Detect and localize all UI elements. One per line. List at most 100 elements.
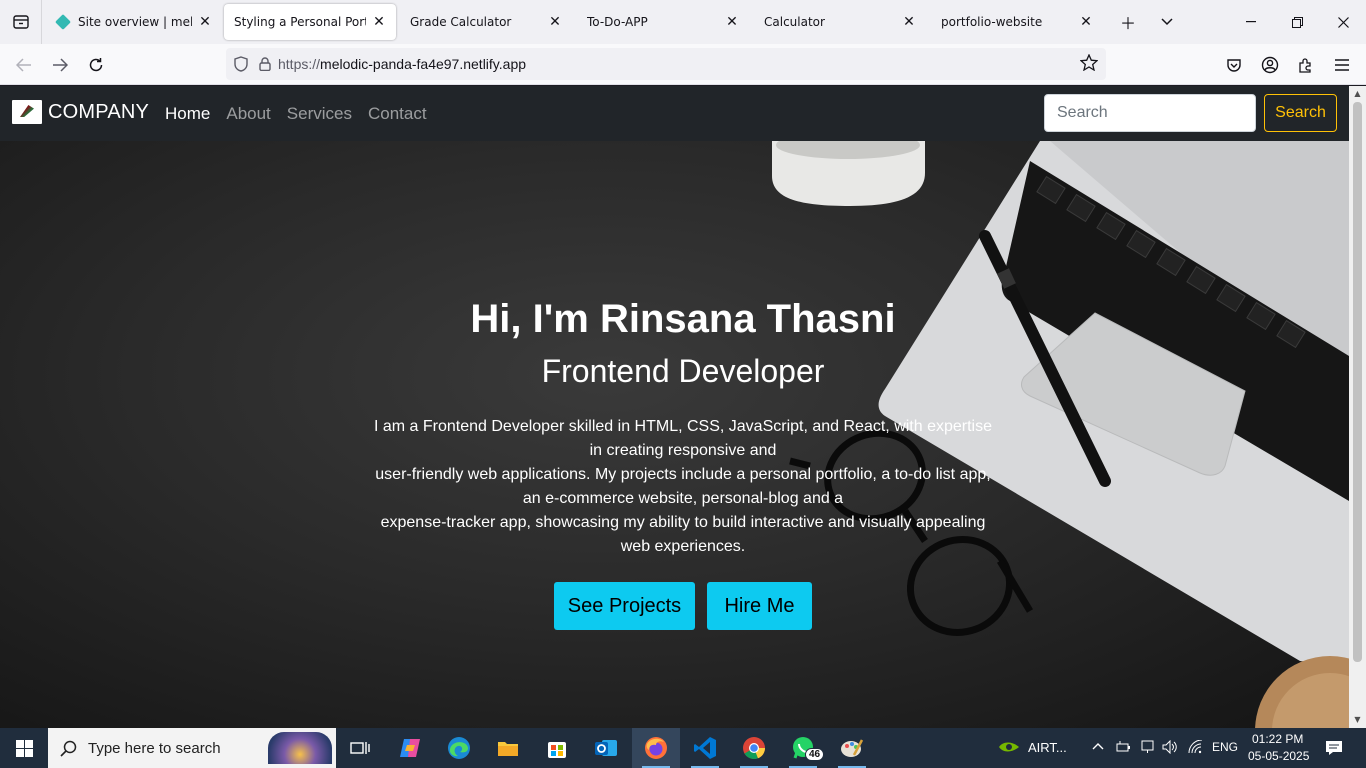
close-icon[interactable]: ✕ [198,14,212,30]
restore-button[interactable] [1274,0,1320,44]
tab-title: Styling a Personal Portfolio [234,15,366,29]
tab-title: Calculator [764,15,825,29]
scrollbar-thumb[interactable] [1353,102,1362,662]
taskbar-paint[interactable] [828,728,876,768]
close-icon[interactable]: ✕ [1079,14,1093,30]
hero-description-line: user-friendly web applications. My proje… [375,466,991,507]
close-icon [1337,16,1349,28]
list-all-tabs-button[interactable] [1151,6,1183,38]
battery-icon[interactable] [1116,740,1132,758]
paint-palette-icon [841,739,864,757]
close-icon[interactable]: ✕ [725,14,739,30]
nav-link-about[interactable]: About [218,104,278,124]
scroll-down-arrow-icon[interactable]: ▼ [1349,712,1366,726]
minimize-button[interactable] [1228,0,1274,44]
close-window-button[interactable] [1320,0,1366,44]
close-icon[interactable]: ✕ [548,14,562,30]
minimize-icon [1246,21,1256,23]
hero-description-line: I am a Frontend Developer skilled in HTM… [373,418,993,459]
back-button[interactable] [9,50,39,80]
taskbar-outlook[interactable] [582,728,630,768]
lock-icon[interactable] [256,57,274,71]
tab-calculator[interactable]: Calculator ✕ [754,4,926,40]
taskbar-search-box[interactable]: Type here to search [48,728,336,768]
taskbar-whatsapp[interactable]: 46 [779,728,827,768]
nav-link-contact[interactable]: Contact [360,104,435,124]
notification-badge: 46 [805,748,825,761]
copilot-icon [400,739,420,757]
nav-link-home[interactable]: Home [157,104,218,124]
tab-title: To-Do-APP [587,15,648,29]
site-search-button[interactable]: Search [1264,94,1337,132]
hero-section: Hi, I'm Rinsana Thasni Frontend Develope… [0,141,1349,728]
nav-link-services[interactable]: Services [279,104,360,124]
account-button[interactable] [1255,50,1285,80]
site-navbar: COMPANY Home About Services Contact Sear… [0,86,1349,141]
tab-grade-calculator[interactable]: Grade Calculator ✕ [400,4,572,40]
notification-center-icon[interactable] [1325,740,1343,760]
menu-button[interactable] [1327,50,1357,80]
tab-title: portfolio-website [941,15,1043,29]
taskbar-chrome[interactable] [730,728,778,768]
scroll-up-arrow-icon[interactable]: ▲ [1349,86,1366,100]
brand-link[interactable]: COMPANY [12,100,149,124]
network-label[interactable]: AIRT... [1028,740,1067,755]
store-icon [548,742,566,758]
task-view-button[interactable] [336,728,384,768]
taskbar-microsoft-store[interactable] [533,728,581,768]
company-logo [12,100,42,124]
shield-icon[interactable] [226,56,256,72]
clock-date[interactable]: 05-05-2025 [1248,749,1309,763]
taskbar-edge[interactable] [435,728,483,768]
close-icon[interactable]: ✕ [372,14,386,30]
firefox-icon [645,737,667,759]
tab-title: Site overview | melodic [78,15,192,29]
forward-button[interactable] [45,50,75,80]
reload-button[interactable] [81,50,111,80]
close-icon[interactable]: ✕ [902,14,916,30]
tab-list-button[interactable] [0,0,42,44]
chrome-icon [743,737,766,760]
extensions-button[interactable] [1291,50,1321,80]
outlook-icon [595,740,617,756]
display-icon[interactable] [1140,740,1156,758]
clock-time[interactable]: 01:22 PM [1252,732,1303,746]
hamburger-menu-icon [1335,59,1349,71]
input-language[interactable]: ENG [1212,740,1238,754]
start-button[interactable] [0,728,48,768]
taskbar-search-placeholder: Type here to search [88,739,221,757]
web-page: COMPANY Home About Services Contact Sear… [0,86,1349,728]
site-search-input[interactable] [1044,94,1256,132]
task-view-icon [350,742,370,754]
hire-me-button[interactable]: Hire Me [707,582,812,630]
new-tab-button[interactable]: ＋ [1112,6,1144,38]
reload-icon [89,58,103,72]
taskbar-copilot[interactable] [386,728,434,768]
vscode-icon [694,737,716,759]
taskbar-file-explorer[interactable] [484,728,532,768]
hero-title: Hi, I'm Rinsana Thasni [470,297,896,341]
tab-todo-app[interactable]: To-Do-APP ✕ [577,4,749,40]
brand-name: COMPANY [48,100,150,123]
search-icon [48,740,88,757]
tab-site-overview[interactable]: Site overview | melodic ✕ [46,4,222,40]
pocket-button[interactable] [1219,50,1249,80]
url-text: https://melodic-panda-fa4e97.netlify.app [278,56,526,72]
tab-title: Grade Calculator [410,15,512,29]
taskbar-vscode[interactable] [681,728,729,768]
see-projects-button[interactable]: See Projects [554,582,695,630]
chevron-up-icon[interactable] [1092,739,1104,754]
address-bar[interactable]: https://melodic-panda-fa4e97.netlify.app [226,48,1106,80]
wifi-icon[interactable] [1188,739,1204,758]
tab-styling-portfolio[interactable]: Styling a Personal Portfolio ✕ [224,4,396,40]
page-scrollbar[interactable]: ▲ ▼ [1349,86,1366,728]
taskbar-firefox[interactable] [632,728,680,768]
speaker-icon[interactable] [1162,739,1178,758]
tab-bar: Site overview | melodic ✕ Styling a Pers… [0,0,1366,44]
arrow-right-icon [53,58,68,72]
coffee-mug-image [772,141,925,206]
tab-portfolio-website[interactable]: portfolio-website ✕ [931,4,1103,40]
nvidia-icon[interactable] [998,739,1020,759]
bookmark-star-icon[interactable] [1079,53,1099,75]
account-icon [1261,56,1279,74]
